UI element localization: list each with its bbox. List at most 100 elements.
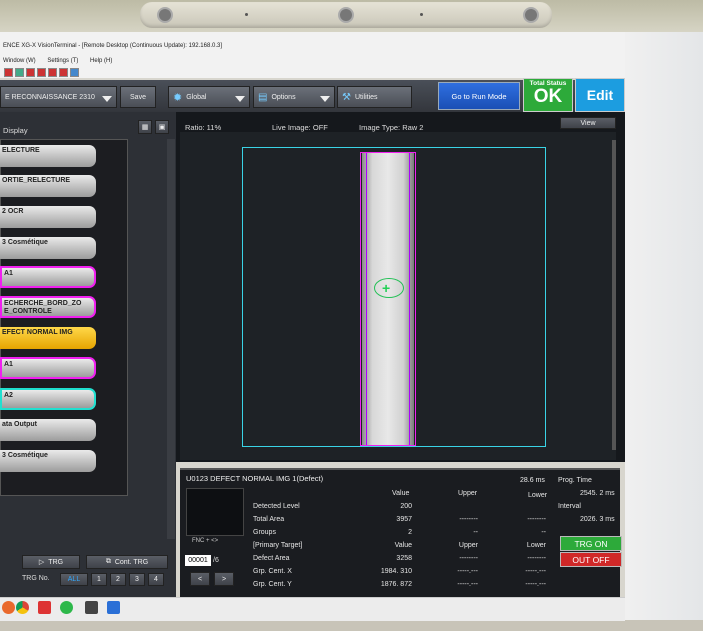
chrome-icon[interactable] <box>16 601 29 614</box>
result-lower: -----.--- <box>525 568 546 575</box>
trg-no-label: TRG No. <box>22 575 50 582</box>
result-value: 3258 <box>396 555 412 562</box>
result-label: Groups <box>253 529 276 536</box>
terminal-icon[interactable] <box>85 601 98 614</box>
tool-icon[interactable] <box>37 68 46 77</box>
col-lower: Lower <box>528 492 548 499</box>
interval-label: Interval <box>558 503 581 510</box>
app-icon[interactable] <box>2 601 15 614</box>
trigger-icon: ▷ <box>38 559 45 566</box>
result-label: [Primary Target] <box>253 542 303 549</box>
remote-desktop-icon[interactable] <box>107 601 120 614</box>
result-value: Value <box>394 542 412 549</box>
chevron-down-icon <box>102 96 112 102</box>
monitor-bottom <box>0 620 703 631</box>
layout-icon[interactable]: ▦ <box>138 120 152 134</box>
flow-item[interactable]: 2 OCR <box>0 206 96 228</box>
utilities-button[interactable]: ⚒ Utilities <box>337 86 412 108</box>
trg-no-3[interactable]: 3 <box>129 573 145 586</box>
result-lower: Lower <box>526 542 546 549</box>
result-title: U0123 DEFECT NORMAL IMG 1(Defect) <box>186 474 324 483</box>
result-value: 1876. 872 <box>380 581 412 588</box>
cont-trg-button[interactable]: ⧉ Cont. TRG <box>86 555 168 569</box>
result-upper: Upper <box>458 542 478 549</box>
bezel-knob <box>338 7 354 23</box>
crosshair-icon: + <box>382 280 391 296</box>
fnc-label: FNC + <> <box>192 538 219 544</box>
global-menu-button[interactable]: ✹ Global <box>168 86 250 108</box>
flow-item[interactable]: EFECT NORMAL IMG <box>0 327 96 349</box>
menu-help[interactable]: Help (H) <box>90 58 112 64</box>
fnc-total: /6 <box>213 557 219 564</box>
flow-item[interactable]: 3 Cosmétique <box>0 237 96 259</box>
chevron-down-icon <box>235 96 245 102</box>
next-arrow-icon[interactable]: > <box>214 572 234 586</box>
global-label: Global <box>186 93 207 101</box>
result-upper: -----.--- <box>457 568 478 575</box>
fnc-number-input[interactable]: 00001 <box>185 555 211 566</box>
spotify-icon[interactable] <box>60 601 73 614</box>
program-select[interactable]: E RECONNAISSANCE 2310 <box>0 86 117 108</box>
options-menu-button[interactable]: ▤ Options <box>253 86 335 108</box>
trg-button[interactable]: ▷ TRG <box>22 555 80 569</box>
prev-arrow-icon[interactable]: < <box>190 572 210 586</box>
menu-bar: Window (W) Settings (T) Help (H) <box>3 58 122 64</box>
flow-item[interactable]: ata Output <box>0 419 96 441</box>
result-upper: -- <box>473 529 478 536</box>
bezel-dot <box>245 13 248 16</box>
status-value: OK <box>533 86 563 107</box>
col-upper: Upper <box>458 490 478 497</box>
result-value: 200 <box>400 503 412 510</box>
result-label: Detected Level <box>253 503 300 510</box>
trg-no-1[interactable]: 1 <box>91 573 107 586</box>
tool-icon[interactable] <box>26 68 35 77</box>
bezel-knob <box>523 7 539 23</box>
total-status-indicator: Total Status OK <box>523 78 573 112</box>
flow-item[interactable]: ORTIE_RELECTURE <box>0 175 96 197</box>
result-value: 1984. 310 <box>380 568 412 575</box>
flow-item[interactable]: ELECTURE <box>0 145 96 167</box>
window-titlebar <box>0 32 625 78</box>
processing-time: 28.6 ms <box>520 477 545 484</box>
flow-item[interactable]: ECHERCHE_BORD_ZO E_CONTROLE <box>0 296 96 318</box>
prog-time-label: Prog. Time <box>558 477 592 484</box>
viewer-header: Ratio: 11% Live Image: OFF Image Type: R… <box>176 116 625 132</box>
menu-settings[interactable]: Settings (T) <box>47 58 78 64</box>
options-icon: ▤ <box>258 91 268 103</box>
tool-icon[interactable] <box>4 68 13 77</box>
measurement-edges <box>366 153 410 445</box>
interval-value: 2026. 3 ms <box>580 516 615 523</box>
flow-item[interactable]: A2 <box>0 388 96 410</box>
flow-scrollbar[interactable] <box>167 139 175 539</box>
run-mode-button[interactable]: Go to Run Mode <box>438 82 520 110</box>
tool-icon[interactable] <box>15 68 24 77</box>
trg-label: TRG <box>48 558 64 566</box>
col-value: Value <box>392 490 410 497</box>
trg-no-all[interactable]: ALL <box>60 573 88 586</box>
flow-item[interactable]: A1 <box>0 266 96 288</box>
viewer-scrollbar[interactable] <box>612 140 616 450</box>
result-lower: -- <box>541 529 546 536</box>
tool-icon[interactable] <box>48 68 57 77</box>
tool-icon[interactable] <box>59 68 68 77</box>
bezel-knob <box>157 7 173 23</box>
app-icon[interactable] <box>38 601 51 614</box>
result-label: Grp. Cent. Y <box>253 581 292 588</box>
flow-item[interactable]: A1 <box>0 357 96 379</box>
display-label: Display <box>3 126 28 135</box>
fullscreen-icon[interactable]: ▣ <box>155 120 169 134</box>
options-label: Options <box>271 93 296 101</box>
trg-no-2[interactable]: 2 <box>110 573 126 586</box>
tool-icon[interactable] <box>70 68 79 77</box>
trg-no-4[interactable]: 4 <box>148 573 164 586</box>
result-upper: -----.--- <box>457 581 478 588</box>
flow-panel-header: Display ▦ ▣ <box>0 120 170 136</box>
menu-window[interactable]: Window (W) <box>3 58 36 64</box>
prog-time-value: 2545. 2 ms <box>580 490 615 497</box>
quick-toolbar <box>4 68 81 78</box>
flow-item[interactable]: 3 Cosmétique <box>0 450 96 472</box>
edit-button[interactable]: Edit <box>575 78 625 112</box>
result-label: Defect Area <box>253 555 290 562</box>
save-button[interactable]: Save <box>120 86 156 108</box>
view-button[interactable]: View <box>560 117 616 129</box>
